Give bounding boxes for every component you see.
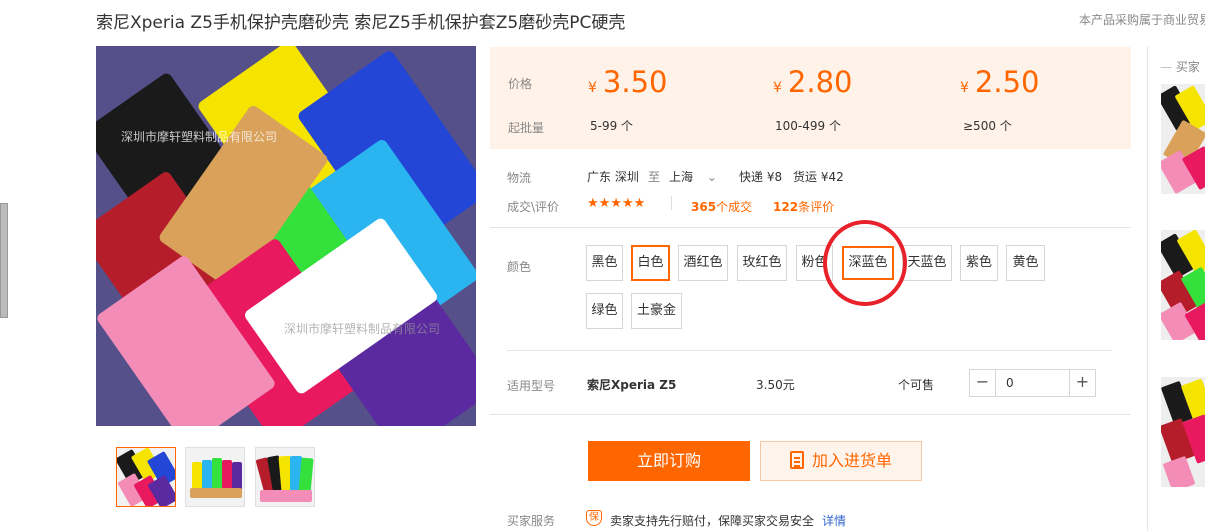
logistics-label: 物流 bbox=[507, 171, 532, 185]
price-tier-3: ¥2.50 bbox=[960, 65, 1040, 99]
quantity-input[interactable]: 0 bbox=[1006, 376, 1014, 390]
color-option-yellow[interactable]: 黄色 bbox=[1006, 245, 1045, 281]
deal-count-link[interactable]: 365个成交 bbox=[691, 198, 752, 215]
add-to-cart-button[interactable]: 加入进货单 bbox=[760, 441, 922, 481]
quantity-minus-button[interactable]: − bbox=[970, 370, 996, 396]
service-label: 买家服务 bbox=[507, 514, 556, 528]
sidebar-product-2[interactable] bbox=[1161, 230, 1205, 340]
service-text: 卖家支持先行赔付，保障买家交易安全 bbox=[610, 514, 815, 528]
quantity-stepper: − 0 + bbox=[969, 369, 1096, 397]
thumbnail-1[interactable] bbox=[116, 447, 176, 507]
divider-2 bbox=[507, 350, 1112, 351]
deals-label: 成交\评价 bbox=[507, 200, 560, 214]
main-product-image: 深圳市摩轩塑料制品有限公司 深圳市摩轩塑料制品有限公司 bbox=[96, 46, 476, 426]
color-label: 颜色 bbox=[507, 260, 532, 274]
stock-text: 个可售 bbox=[898, 378, 935, 392]
product-title: 索尼Xperia Z5手机保护壳磨砂壳 索尼Z5手机保护套Z5磨砂壳PC硬壳 bbox=[96, 13, 626, 33]
add-to-cart-label: 加入进货单 bbox=[811, 451, 892, 470]
color-option-rose-red[interactable]: 玫红色 bbox=[737, 245, 787, 281]
sidebar-divider bbox=[1147, 46, 1148, 531]
freight-fee: 货运 ¥42 bbox=[793, 170, 844, 184]
trade-note: 本产品采购属于商业贸易 bbox=[1079, 13, 1205, 27]
order-now-button[interactable]: 立即订购 bbox=[588, 441, 750, 481]
divider-3 bbox=[490, 414, 1131, 415]
sidebar-header: — 买家 bbox=[1160, 60, 1200, 74]
model-name: 索尼Xperia Z5 bbox=[587, 378, 677, 392]
quantity-plus-button[interactable]: + bbox=[1069, 370, 1095, 396]
origin-location: 广东 深圳 bbox=[587, 170, 639, 184]
chevron-down-icon: ⌄ bbox=[706, 170, 717, 184]
price-tier-2: ¥2.80 bbox=[773, 65, 853, 99]
to-text: 至 bbox=[648, 170, 661, 184]
model-price: 3.50元 bbox=[756, 378, 795, 392]
range-tier-2: 100-499 个 bbox=[775, 119, 841, 133]
sidebar-product-3[interactable] bbox=[1161, 377, 1205, 487]
rating-stars-icon: ★★★★★ bbox=[587, 196, 646, 211]
color-option-black[interactable]: 黑色 bbox=[586, 245, 623, 281]
color-option-white[interactable]: 白色 bbox=[631, 245, 670, 281]
service-detail-link[interactable]: 详情 bbox=[822, 512, 846, 529]
price-label: 价格 bbox=[508, 77, 533, 91]
price-panel: 价格 起批量 ¥3.50 5-99 个 ¥2.80 100-499 个 ¥2.5… bbox=[490, 47, 1131, 149]
left-edge-scrollbar[interactable] bbox=[0, 203, 8, 318]
thumbnail-2[interactable] bbox=[185, 447, 245, 507]
color-option-purple[interactable]: 紫色 bbox=[960, 245, 998, 281]
color-option-wine-red[interactable]: 酒红色 bbox=[678, 245, 728, 281]
price-tier-1: ¥3.50 bbox=[588, 65, 668, 99]
review-count-link[interactable]: 122条评价 bbox=[773, 198, 834, 215]
express-fee: 快递 ¥8 bbox=[739, 170, 783, 184]
color-option-green[interactable]: 绿色 bbox=[586, 293, 623, 329]
batch-label: 起批量 bbox=[508, 121, 545, 135]
destination-value: 上海 bbox=[669, 170, 694, 184]
separator-bar bbox=[671, 196, 672, 210]
range-tier-1: 5-99 个 bbox=[590, 119, 634, 133]
range-tier-3: ≥500 个 bbox=[963, 119, 1012, 133]
thumbnail-3[interactable] bbox=[255, 447, 315, 507]
clipboard-icon bbox=[789, 451, 804, 469]
color-option-sky-blue[interactable]: 天蓝色 bbox=[902, 245, 952, 281]
highlight-circle bbox=[823, 220, 907, 306]
sidebar-dash: — bbox=[1160, 60, 1176, 74]
watermark-top: 深圳市摩轩塑料制品有限公司 bbox=[121, 130, 278, 144]
divider-1 bbox=[490, 227, 1131, 228]
shield-icon: 保 bbox=[586, 510, 602, 526]
watermark-bottom: 深圳市摩轩塑料制品有限公司 bbox=[284, 322, 441, 336]
model-label: 适用型号 bbox=[507, 379, 556, 393]
sidebar-product-1[interactable] bbox=[1161, 84, 1205, 194]
destination-select[interactable]: 上海 ⌄ bbox=[669, 168, 717, 185]
color-option-tuhao-gold[interactable]: 土豪金 bbox=[631, 293, 682, 329]
